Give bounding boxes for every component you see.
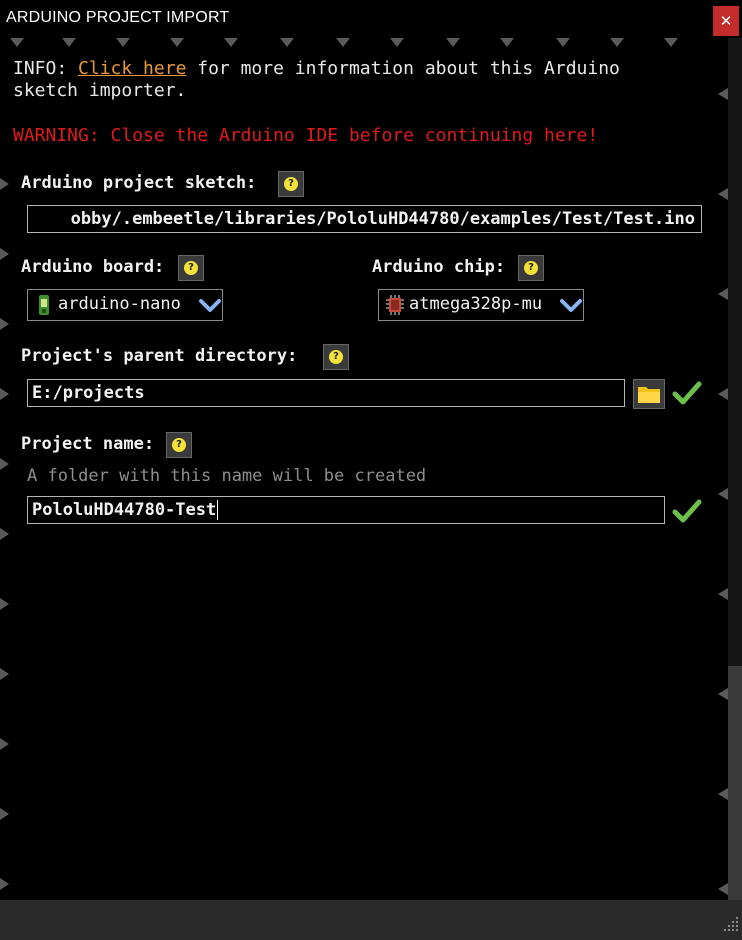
- project-name-hint: A folder with this name will be created: [27, 466, 427, 486]
- sketch-path-value: obby/.embeetle/libraries/PololuHD44780/e…: [70, 209, 695, 229]
- help-icon: ?: [184, 261, 198, 275]
- board-icon: [39, 295, 49, 315]
- info-suffix: for more information about this Arduino: [186, 58, 620, 79]
- text-caret: [217, 500, 219, 520]
- chip-help-button[interactable]: ?: [518, 255, 544, 281]
- decorative-border-right: [718, 88, 728, 895]
- board-dropdown[interactable]: arduino-nano: [27, 289, 223, 321]
- close-button[interactable]: ✕: [713, 6, 739, 36]
- info-text: INFO: Click here for more information ab…: [13, 58, 620, 79]
- sketch-path-field[interactable]: obby/.embeetle/libraries/PololuHD44780/e…: [27, 205, 702, 233]
- board-value: arduino-nano: [58, 294, 181, 314]
- title-bar: ARDUINO PROJECT IMPORT ✕: [0, 0, 742, 38]
- sketch-label: Arduino project sketch:: [21, 173, 257, 193]
- info-link[interactable]: Click here: [78, 58, 186, 79]
- warning-text: WARNING: Close the Arduino IDE before co…: [13, 125, 599, 146]
- chip-icon: [386, 295, 404, 315]
- project-name-label: Project name:: [21, 434, 155, 454]
- info-prefix: INFO:: [13, 58, 79, 79]
- parent-directory-field[interactable]: E:/projects: [27, 379, 625, 407]
- status-bar: [0, 900, 742, 940]
- info-text-line2: sketch importer.: [13, 80, 187, 101]
- parent-directory-valid-check-icon: [672, 381, 702, 405]
- board-help-button[interactable]: ?: [178, 255, 204, 281]
- folder-icon: [638, 387, 660, 403]
- scrollbar-thumb[interactable]: [728, 666, 742, 900]
- resize-grip-icon[interactable]: [722, 915, 740, 933]
- chip-dropdown[interactable]: atmega328p-mu: [378, 289, 584, 321]
- sketch-help-button[interactable]: ?: [278, 171, 304, 197]
- parent-directory-help-button[interactable]: ?: [323, 344, 349, 370]
- window-title: ARDUINO PROJECT IMPORT: [6, 9, 230, 26]
- decorative-border-top: [10, 38, 678, 47]
- help-icon: ?: [172, 438, 186, 452]
- decorative-border-left: [0, 178, 9, 890]
- chip-value: atmega328p-mu: [409, 294, 543, 314]
- help-icon: ?: [284, 177, 298, 191]
- project-name-valid-check-icon: [672, 499, 702, 523]
- parent-directory-label: Project's parent directory:: [21, 346, 298, 366]
- project-name-field[interactable]: PololuHD44780-Test: [27, 496, 665, 524]
- project-name-value: PololuHD44780-Test: [32, 500, 217, 520]
- project-name-help-button[interactable]: ?: [166, 432, 192, 458]
- help-icon: ?: [524, 261, 538, 275]
- board-label: Arduino board:: [21, 257, 165, 277]
- help-icon: ?: [329, 350, 343, 364]
- chevron-down-icon: [199, 299, 221, 312]
- chip-label: Arduino chip:: [372, 257, 506, 277]
- chevron-down-icon: [560, 299, 582, 312]
- browse-folder-button[interactable]: [633, 379, 665, 409]
